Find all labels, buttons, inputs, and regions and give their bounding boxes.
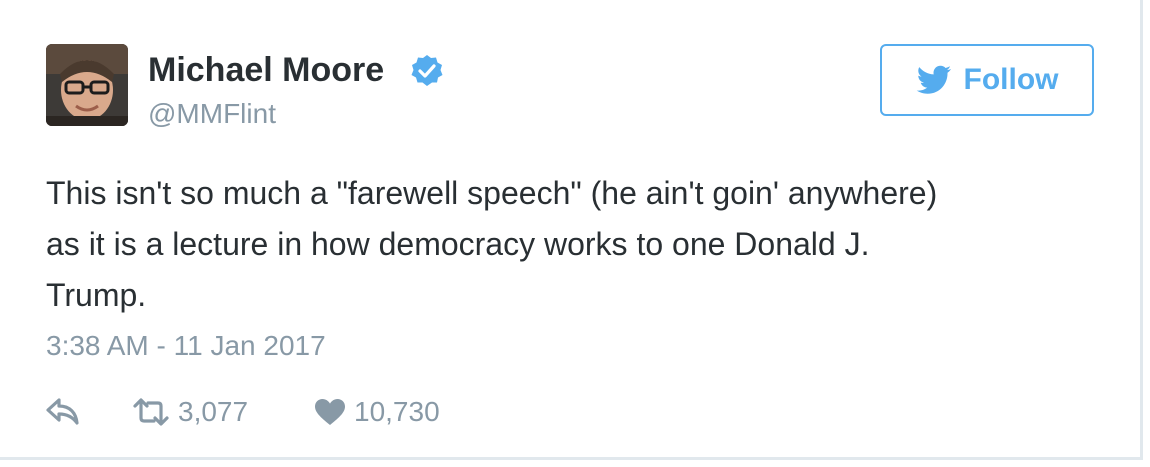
tweet-text-line: This isn't so much a "farewell speech" (… [46,175,938,211]
follow-label: Follow [963,63,1059,96]
twitter-bird-icon [916,65,951,94]
avatar-photo-icon [46,44,128,126]
reply-button[interactable] [46,394,80,430]
avatar[interactable] [46,44,128,126]
verified-badge-icon [411,55,443,86]
reply-icon [46,398,79,425]
tweet-text-line: Trump. [46,277,147,313]
retweet-count: 3,077 [178,396,249,427]
retweet-button[interactable]: 3,077 [132,394,248,430]
like-button[interactable]: 10,730 [314,394,440,430]
tweet-text-line: as it is a lecture in how democracy work… [46,226,870,262]
like-count: 10,730 [354,396,440,427]
follow-button[interactable]: Follow [880,44,1094,116]
author-name[interactable]: Michael Moore [148,51,384,90]
tweet-timestamp[interactable]: 3:38 AM - 11 Jan 2017 [46,330,326,362]
heart-icon [315,399,345,425]
retweet-icon [133,398,169,426]
author-handle[interactable]: @MMFlint [148,98,276,130]
tweet-text: This isn't so much a "farewell speech" (… [46,168,1096,321]
tweet-card: Michael Moore @MMFlint Follow This isn't… [0,0,1143,460]
